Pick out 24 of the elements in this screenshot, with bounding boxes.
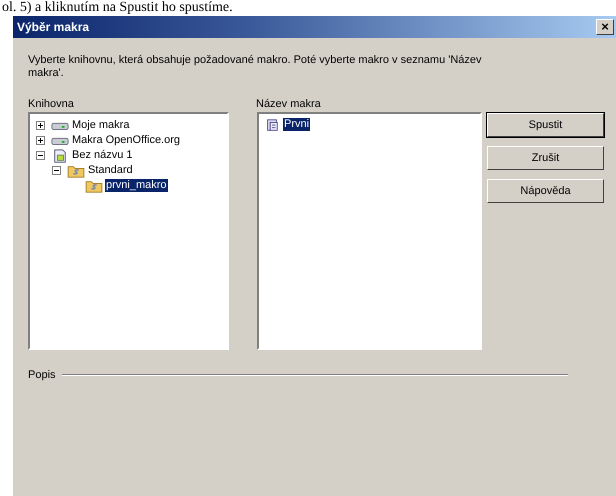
library-label: Knihovna (28, 98, 75, 112)
folder-icon (67, 164, 85, 178)
description-label: Popis (28, 369, 56, 381)
window-title: Výběr makra (17, 20, 90, 34)
dialog-button[interactable]: Nápověda (487, 179, 604, 203)
tree-item[interactable]: Bez názvu 1 (71, 149, 134, 162)
dialog-button[interactable]: Spustit (487, 113, 604, 137)
expand-icon[interactable] (36, 121, 45, 130)
tree-item[interactable]: Moje makra (71, 119, 130, 132)
tree-item[interactable]: Makra OpenOffice.org (71, 134, 182, 147)
document-text: ol. 5) a kliknutím na Spustit ho spustíme. (1, 0, 234, 15)
macro-list[interactable]: Prvni (257, 112, 482, 350)
macro-item[interactable]: Prvni (283, 118, 310, 131)
macro-name-label: Název makra (256, 98, 322, 112)
close-button[interactable]: × (596, 19, 614, 35)
tree-item[interactable]: Standard (87, 164, 134, 177)
expand-icon[interactable] (36, 136, 45, 145)
library-tree[interactable]: Moje makra Makra OpenOffice.org Bez názvu 1 Standard prvni_makro (28, 112, 229, 350)
instructions-text: Vyberte knihovnu, která obsahuje požadované makro. Poté vyberte makro v seznamu 'Název makra'. (28, 54, 483, 80)
dialog-button[interactable]: Zrušit (487, 146, 604, 170)
collapse-icon[interactable] (52, 166, 61, 175)
tree-item[interactable]: prvni_makro (105, 179, 168, 192)
folder-icon (85, 178, 103, 192)
collapse-icon[interactable] (36, 151, 45, 160)
